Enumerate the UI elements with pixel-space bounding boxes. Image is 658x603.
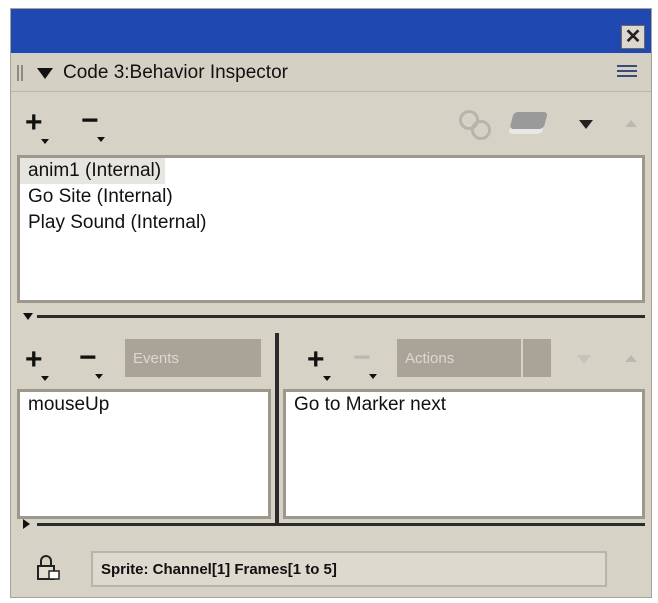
list-item[interactable]: Go Site (Internal) bbox=[20, 184, 642, 210]
pane-divider[interactable] bbox=[275, 333, 279, 523]
action-shift-down-icon[interactable] bbox=[577, 355, 591, 364]
list-item[interactable]: Go to Marker next bbox=[286, 392, 642, 418]
list-item[interactable]: anim1 (Internal) bbox=[20, 158, 642, 184]
behavior-inspector-panel: ✕ Code 3:Behavior Inspector + − anim1 (I… bbox=[10, 8, 652, 598]
action-shift-up-icon[interactable] bbox=[625, 355, 637, 362]
panel-header[interactable]: Code 3:Behavior Inspector bbox=[11, 53, 651, 92]
library-book-icon[interactable] bbox=[508, 112, 548, 134]
options-menu-icon[interactable] bbox=[617, 65, 637, 81]
shift-down-icon[interactable] bbox=[579, 120, 593, 129]
splitter[interactable] bbox=[37, 315, 645, 318]
actions-dropdown-arrow-button[interactable] bbox=[523, 339, 551, 377]
add-action-button[interactable]: + bbox=[307, 345, 330, 381]
events-dropdown[interactable]: Events bbox=[125, 339, 261, 377]
behavior-toolbar: + − bbox=[11, 92, 651, 152]
list-item[interactable]: mouseUp bbox=[20, 392, 268, 418]
panel-title: Code 3:Behavior Inspector bbox=[63, 62, 288, 83]
status-bar: Sprite: Channel[1] Frames[1 to 5] bbox=[11, 537, 651, 597]
list-item[interactable]: Play Sound (Internal) bbox=[20, 210, 642, 236]
shift-up-icon[interactable] bbox=[625, 120, 637, 127]
actions-list[interactable]: Go to Marker next bbox=[283, 389, 645, 519]
add-behavior-button[interactable]: + bbox=[25, 108, 48, 144]
behavior-gears-icon[interactable] bbox=[457, 110, 493, 140]
sprite-info-field: Sprite: Channel[1] Frames[1 to 5] bbox=[91, 551, 607, 587]
splitter-toggle-icon[interactable] bbox=[23, 313, 33, 320]
collapse-triangle-icon[interactable] bbox=[37, 68, 53, 79]
close-button[interactable]: ✕ bbox=[621, 25, 645, 49]
actions-dropdown[interactable]: Actions bbox=[397, 339, 521, 377]
remove-action-button[interactable]: − bbox=[353, 343, 376, 379]
splitter[interactable] bbox=[37, 523, 645, 526]
splitter-expand-icon[interactable] bbox=[23, 519, 30, 529]
title-bar[interactable]: ✕ bbox=[11, 9, 651, 53]
behavior-list[interactable]: anim1 (Internal) Go Site (Internal) Play… bbox=[17, 155, 645, 303]
remove-event-button[interactable]: − bbox=[79, 343, 102, 379]
drag-grip-icon[interactable] bbox=[17, 65, 25, 81]
events-list[interactable]: mouseUp bbox=[17, 389, 271, 519]
sprite-lock-icon[interactable] bbox=[35, 555, 61, 581]
add-event-button[interactable]: + bbox=[25, 345, 48, 381]
remove-behavior-button[interactable]: − bbox=[81, 106, 104, 142]
